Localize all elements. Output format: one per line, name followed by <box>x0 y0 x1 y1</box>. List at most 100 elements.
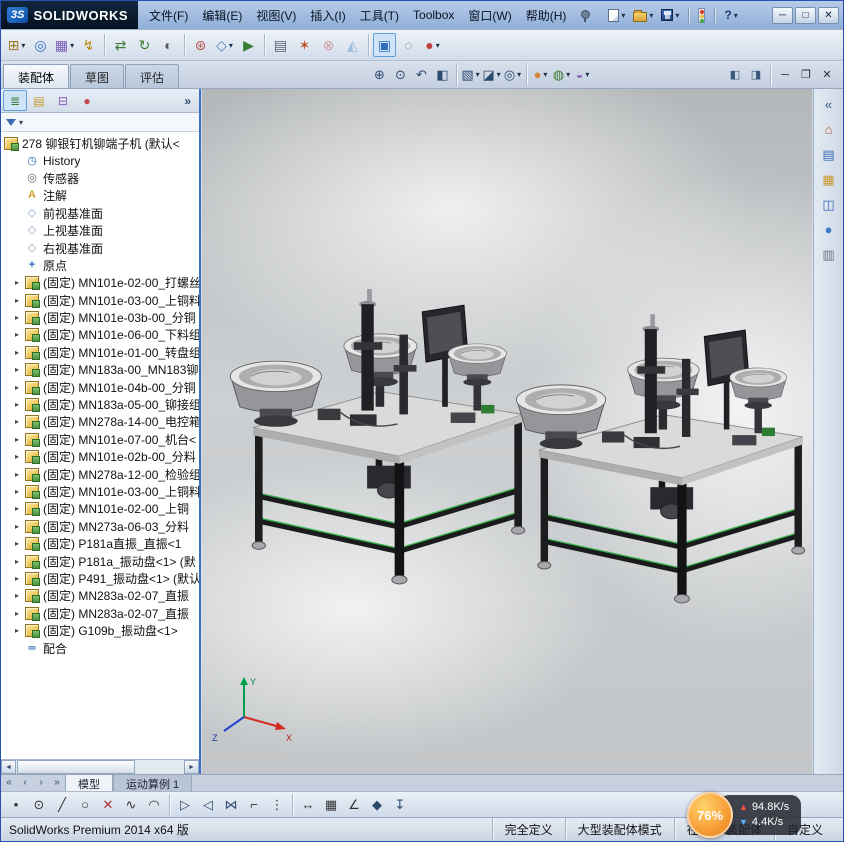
expand-arrow[interactable] <box>15 417 25 426</box>
smart-dimension-icon[interactable]: ↔ <box>297 794 319 816</box>
sketch-point-icon[interactable]: • <box>5 794 27 816</box>
appearances-icon[interactable]: ● <box>421 33 444 57</box>
tree-item[interactable]: 原点 <box>1 257 199 274</box>
net-monitor-badge[interactable]: 76% <box>687 792 733 838</box>
tree-item[interactable]: (固定) MN101e-07-00_机台< <box>1 431 199 448</box>
reference-geometry-icon[interactable]: ◇ <box>213 33 236 57</box>
tree-item[interactable]: (固定) MN101e-02-00_上铜 <box>1 500 199 517</box>
menu-item[interactable]: 编辑(E) <box>195 4 249 27</box>
save-button[interactable] <box>658 7 682 23</box>
rebuild-button[interactable] <box>695 6 708 25</box>
new-motion-study-icon[interactable]: ▶ <box>237 33 260 57</box>
expand-arrow[interactable] <box>15 609 25 618</box>
new-document-button[interactable] <box>605 7 628 24</box>
command-tab[interactable]: 装配体 <box>3 64 70 88</box>
large-assembly-mode-icon[interactable]: ▣ <box>373 33 396 57</box>
tree-item[interactable]: 配合 <box>1 639 199 656</box>
expand-arrow[interactable] <box>15 400 25 409</box>
expand-arrow[interactable] <box>15 365 25 374</box>
previous-view-icon[interactable]: ↶ <box>411 63 432 85</box>
sketch-fillet-icon[interactable]: ⌐ <box>243 794 265 816</box>
maximize-button[interactable]: □ <box>795 6 816 24</box>
tree-item[interactable]: 右视基准面 <box>1 239 199 256</box>
custom-properties-icon[interactable]: ▥ <box>817 243 841 265</box>
expand-arrow[interactable] <box>15 539 25 548</box>
scrollbar-track[interactable] <box>136 760 184 774</box>
polygon-icon[interactable]: ◆ <box>366 794 388 816</box>
scrollbar-thumb[interactable] <box>17 760 135 774</box>
apply-scene-icon[interactable]: ◍ <box>551 63 572 85</box>
doc-minimize-icon[interactable]: ─ <box>775 65 795 85</box>
document-tab[interactable]: 运动算例 1 <box>113 775 193 791</box>
view-settings-icon[interactable]: ◒ <box>572 63 593 85</box>
menu-item[interactable]: 工具(T) <box>353 4 406 27</box>
zoom-fit-icon[interactable]: ⊕ <box>369 63 390 85</box>
design-library-icon[interactable]: ▤ <box>817 143 841 165</box>
expand-arrow[interactable] <box>15 504 25 513</box>
expand-arrow[interactable] <box>15 296 25 305</box>
appearances-scenes-icon[interactable]: ● <box>817 218 841 240</box>
expand-arrow[interactable] <box>15 487 25 496</box>
scroll-prev-tab-icon[interactable]: ‹ <box>17 775 33 791</box>
linear-component-pattern-icon[interactable]: ▦ <box>53 33 76 57</box>
tree-item[interactable]: 传感器 <box>1 170 199 187</box>
centerline-icon[interactable]: ∿ <box>120 794 142 816</box>
tree-item[interactable]: (固定) MN278a-14-00_电控箱 <box>1 413 199 430</box>
tree-item[interactable]: 注解 <box>1 187 199 204</box>
open-document-button[interactable] <box>630 7 656 24</box>
filter-funnel-icon[interactable] <box>6 118 16 126</box>
tree-horizontal-scrollbar[interactable]: ◄ ► <box>1 759 199 774</box>
expand-arrow[interactable] <box>15 574 25 583</box>
tree-root-item[interactable]: 278 铆银钉机铆端子机 (默认< <box>1 135 199 152</box>
insert-components-icon[interactable]: ⊞ <box>5 33 28 57</box>
solidworks-resources-icon[interactable]: ⌂ <box>817 118 841 140</box>
linear-sketch-pattern-icon[interactable]: ⋮ <box>266 794 288 816</box>
sketch-circle-icon[interactable]: ⊙ <box>28 794 50 816</box>
tree-item[interactable]: (固定) MN101e-03-00_上铜料 <box>1 483 199 500</box>
exit-sketch-icon[interactable]: ↧ <box>389 794 411 816</box>
pin-menu-icon[interactable] <box>579 9 591 22</box>
file-explorer-icon[interactable]: ▦ <box>817 168 841 190</box>
expand-arrow[interactable] <box>15 313 25 322</box>
tree-item[interactable]: History <box>1 152 199 169</box>
scroll-left-button[interactable]: ◄ <box>1 760 16 774</box>
instant3d-icon[interactable]: ◭ <box>341 33 364 57</box>
expand-arrow[interactable] <box>15 348 25 357</box>
tree-item[interactable]: (固定) MN183a-05-00_铆接组 <box>1 396 199 413</box>
tree-item[interactable]: (固定) MN283a-02-07_直振 <box>1 605 199 622</box>
graphics-viewport[interactable]: Y X Z <box>201 89 813 774</box>
rotate-component-icon[interactable]: ↻ <box>133 33 156 57</box>
document-tab[interactable]: 模型 <box>65 775 113 791</box>
sketch-ellipse-icon[interactable]: ○ <box>74 794 96 816</box>
scroll-last-tab-icon[interactable]: » <box>49 775 65 791</box>
edit-appearance-icon[interactable]: ● <box>530 63 551 85</box>
move-component-icon[interactable]: ⇄ <box>109 33 132 57</box>
tree-item[interactable]: 上视基准面 <box>1 222 199 239</box>
tree-item[interactable]: (固定) G109b_振动盘<1> <box>1 622 199 639</box>
graphics-area[interactable]: Y X Z <box>201 89 813 774</box>
tree-item[interactable]: (固定) MN273a-06-03_分料 <box>1 518 199 535</box>
menu-item[interactable]: 插入(I) <box>303 4 352 27</box>
tree-item[interactable]: (固定) MN101e-03b-00_分铜 <box>1 309 199 326</box>
displaymanager-icon[interactable]: ● <box>75 90 99 111</box>
mirror-entities-icon[interactable]: ⋈ <box>220 794 242 816</box>
minimize-button[interactable]: ─ <box>772 6 793 24</box>
expand-arrow[interactable] <box>15 435 25 444</box>
tree-item[interactable]: (固定) MN101e-02b-00_分料 <box>1 448 199 465</box>
doc-restore-icon[interactable]: ❐ <box>796 65 816 85</box>
tree-item[interactable]: (固定) MN183a-00_MN183铆接 <box>1 361 199 378</box>
mate-icon[interactable]: ◎ <box>29 33 52 57</box>
tree-item[interactable]: (固定) MN101e-01-00_转盘组 <box>1 344 199 361</box>
menu-item[interactable]: Toolbox <box>406 5 461 25</box>
view-orientation-icon[interactable]: ▧ <box>460 63 481 85</box>
tree-item[interactable]: (固定) MN101e-02-00_打螺丝 <box>1 274 199 291</box>
sketch-line-icon[interactable]: ╱ <box>51 794 73 816</box>
panel-expand-chevron[interactable]: » <box>178 94 197 108</box>
scroll-first-tab-icon[interactable]: « <box>1 775 17 791</box>
expand-arrow[interactable] <box>15 383 25 392</box>
expand-arrow[interactable] <box>15 330 25 339</box>
tree-item[interactable]: 前视基准面 <box>1 205 199 222</box>
smart-fasteners-icon[interactable]: ↯ <box>77 33 100 57</box>
menu-item[interactable]: 帮助(H) <box>519 4 574 27</box>
expand-arrow[interactable] <box>15 522 25 531</box>
